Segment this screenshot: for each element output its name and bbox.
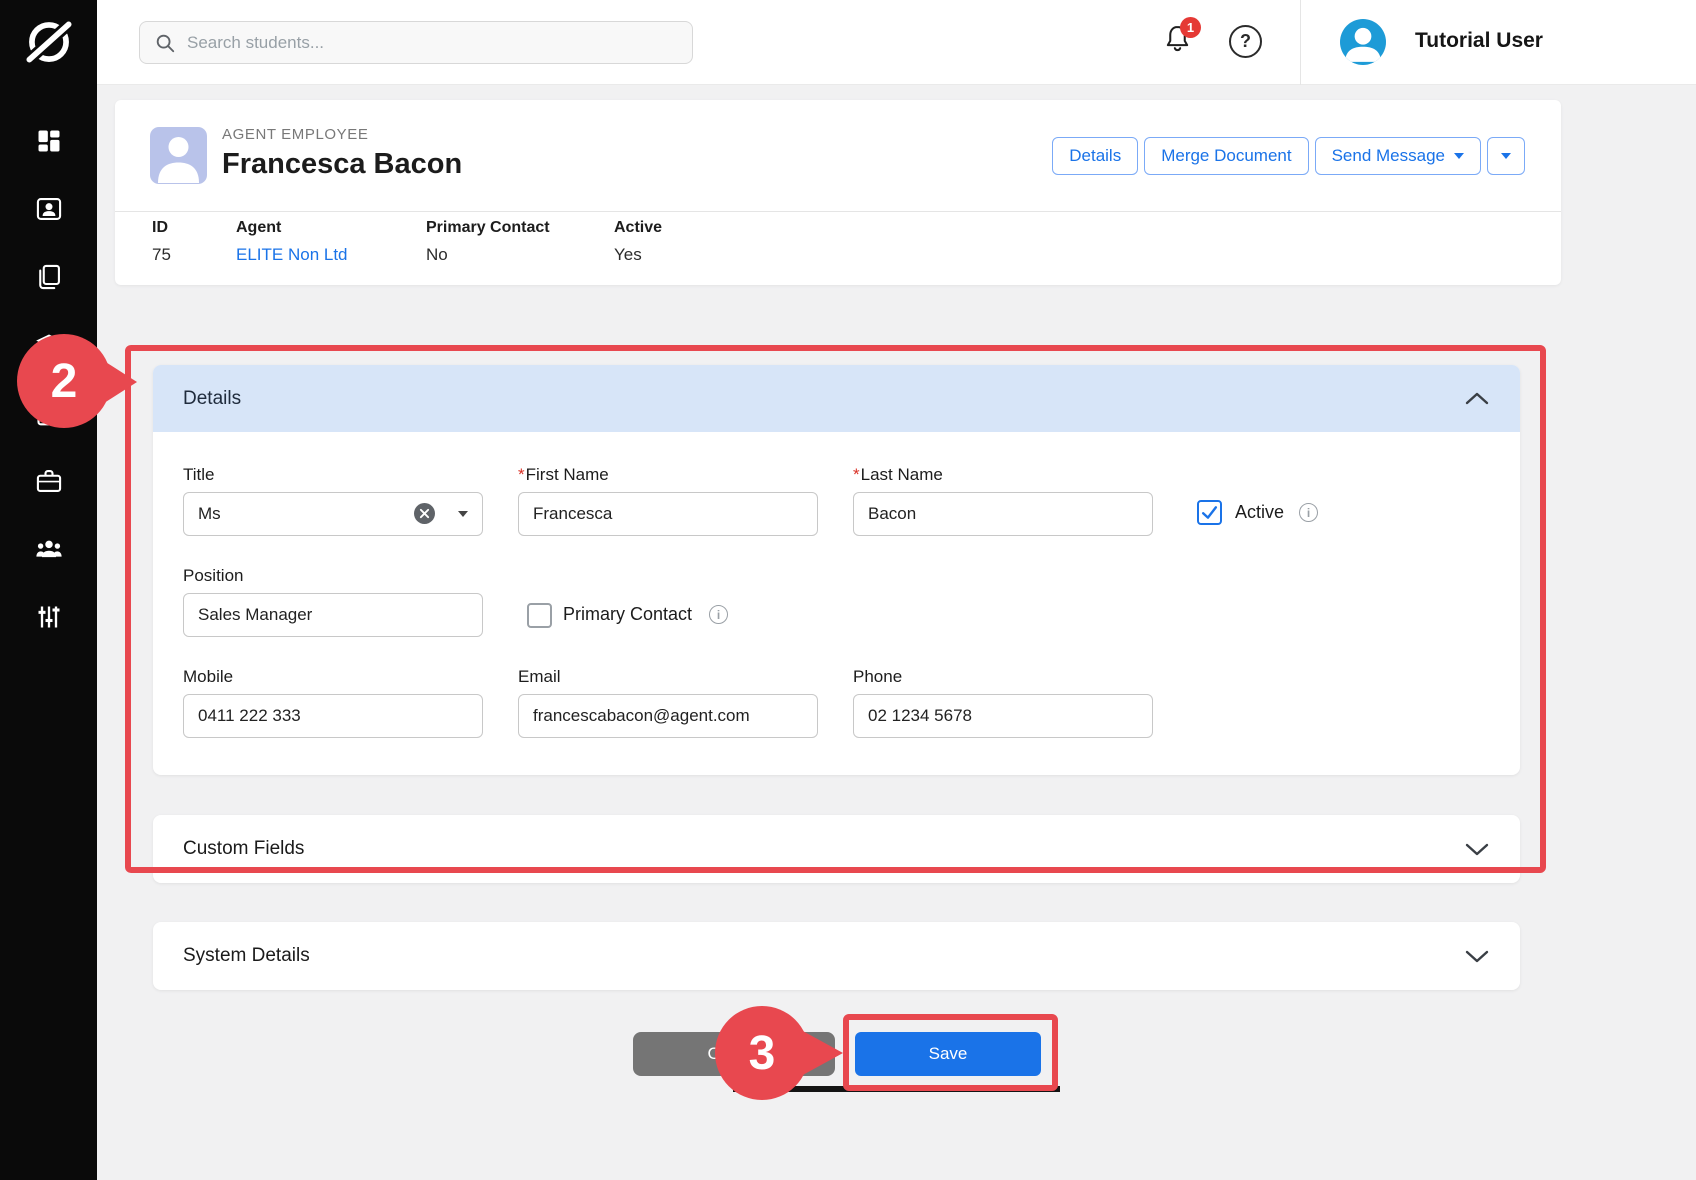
info-id-value: 75: [152, 245, 171, 265]
primary-contact-checkbox[interactable]: [527, 603, 552, 628]
sidebar: [0, 0, 97, 1180]
caret-down-icon: [1501, 153, 1511, 159]
position-input[interactable]: [183, 593, 483, 637]
details-section: Details Title *First Name *Last Name: [153, 365, 1520, 775]
mobile-input[interactable]: [183, 694, 483, 738]
first-name-label: *First Name: [518, 465, 609, 485]
app-window: 1 ? Tutorial User AGENT EMPLOYEE Frances…: [0, 0, 1696, 1180]
chevron-down-icon: [1464, 842, 1490, 857]
divider: [115, 211, 1561, 212]
required-asterisk: *: [853, 465, 860, 484]
notification-badge: 1: [1180, 17, 1201, 38]
question-mark-icon: ?: [1240, 31, 1251, 52]
briefcase-icon: [35, 467, 63, 495]
last-name-label: *Last Name: [853, 465, 943, 485]
clear-icon[interactable]: [414, 503, 435, 524]
email-input[interactable]: [518, 694, 818, 738]
checkmark-icon: [1200, 503, 1219, 522]
info-id-label: ID: [152, 219, 171, 237]
page-title: Francesca Bacon: [222, 148, 462, 181]
save-button[interactable]: Save: [855, 1032, 1041, 1076]
sidebar-item-services[interactable]: [0, 457, 97, 505]
header-actions: Details Merge Document Send Message: [1052, 137, 1525, 175]
merge-document-button-label: Merge Document: [1161, 146, 1291, 166]
documents-icon: [35, 263, 63, 291]
annotation-step-3-number: 3: [749, 1026, 776, 1081]
entity-header-card: AGENT EMPLOYEE Francesca Bacon Details M…: [115, 100, 1561, 285]
sidebar-item-contacts[interactable]: [0, 185, 97, 233]
custom-fields-section-header[interactable]: Custom Fields: [153, 815, 1520, 883]
send-message-button[interactable]: Send Message: [1315, 137, 1481, 175]
merge-document-button[interactable]: Merge Document: [1144, 137, 1308, 175]
entity-type-label: AGENT EMPLOYEE: [222, 126, 369, 143]
details-button[interactable]: Details: [1052, 137, 1138, 175]
topbar: 1 ? Tutorial User: [97, 0, 1696, 85]
sidebar-item-agents[interactable]: [0, 525, 97, 573]
sidebar-item-settings[interactable]: [0, 593, 97, 641]
people-group-icon: [35, 535, 63, 563]
info-id: ID 75: [152, 219, 171, 265]
info-active-value: Yes: [614, 245, 662, 265]
person-icon: [150, 127, 207, 184]
person-icon: [1340, 19, 1386, 65]
logo-icon: [20, 13, 78, 71]
position-label: Position: [183, 566, 243, 586]
phone-input[interactable]: [853, 694, 1153, 738]
details-section-header[interactable]: Details: [153, 365, 1520, 432]
info-active: Active Yes: [614, 219, 662, 265]
user-name: Tutorial User: [1415, 29, 1543, 53]
dashboard-icon: [35, 127, 63, 155]
dropdown-caret-icon[interactable]: [458, 511, 468, 517]
info-icon: i: [1299, 503, 1318, 522]
system-details-section-header[interactable]: System Details: [153, 922, 1520, 990]
annotation-step-2-number: 2: [51, 354, 78, 409]
search-box: [139, 21, 693, 64]
last-name-input[interactable]: [853, 492, 1153, 536]
info-icon: i: [709, 605, 728, 624]
annotation-balloon-3: 3: [715, 1006, 809, 1100]
sidebar-item-dashboard[interactable]: [0, 117, 97, 165]
notifications-button[interactable]: 1: [1163, 24, 1197, 62]
search-icon: [154, 32, 176, 54]
annotation-arrow-2: [101, 359, 137, 405]
first-name-input[interactable]: [518, 492, 818, 536]
user-avatar[interactable]: [1340, 19, 1386, 65]
topbar-divider: [1300, 0, 1301, 85]
agent-link[interactable]: ELITE Non Ltd: [236, 245, 348, 265]
contact-card-icon: [35, 195, 63, 223]
help-button[interactable]: ?: [1229, 25, 1262, 58]
custom-fields-title: Custom Fields: [183, 838, 304, 860]
sidebar-item-documents[interactable]: [0, 253, 97, 301]
details-section-title: Details: [183, 388, 241, 410]
active-checkbox[interactable]: [1197, 500, 1222, 525]
annotation-balloon-2: 2: [17, 334, 111, 428]
details-button-label: Details: [1069, 146, 1121, 166]
required-asterisk: *: [518, 465, 525, 484]
mobile-label: Mobile: [183, 667, 233, 687]
email-label: Email: [518, 667, 561, 687]
primary-contact-checkbox-label: Primary Contact: [563, 604, 692, 625]
chevron-down-icon: [1464, 949, 1490, 964]
more-actions-button[interactable]: [1487, 137, 1525, 175]
chevron-up-icon: [1464, 391, 1490, 406]
caret-down-icon: [1454, 153, 1464, 159]
sliders-icon: [35, 603, 63, 631]
app-logo[interactable]: [20, 13, 78, 71]
info-active-label: Active: [614, 219, 662, 237]
active-checkbox-label: Active: [1235, 502, 1284, 523]
info-primary-contact-value: No: [426, 245, 550, 265]
system-details-title: System Details: [183, 945, 310, 967]
title-input[interactable]: [183, 492, 483, 536]
send-message-button-label: Send Message: [1332, 146, 1445, 166]
info-agent-label: Agent: [236, 219, 348, 237]
phone-label: Phone: [853, 667, 902, 687]
title-label: Title: [183, 465, 215, 485]
info-agent: Agent ELITE Non Ltd: [236, 219, 348, 265]
entity-avatar: [150, 127, 207, 184]
title-select: [183, 492, 483, 536]
search-input[interactable]: [187, 33, 678, 53]
annotation-arrow-3: [801, 1030, 843, 1076]
info-primary-contact-label: Primary Contact: [426, 219, 550, 237]
info-primary-contact: Primary Contact No: [426, 219, 550, 265]
